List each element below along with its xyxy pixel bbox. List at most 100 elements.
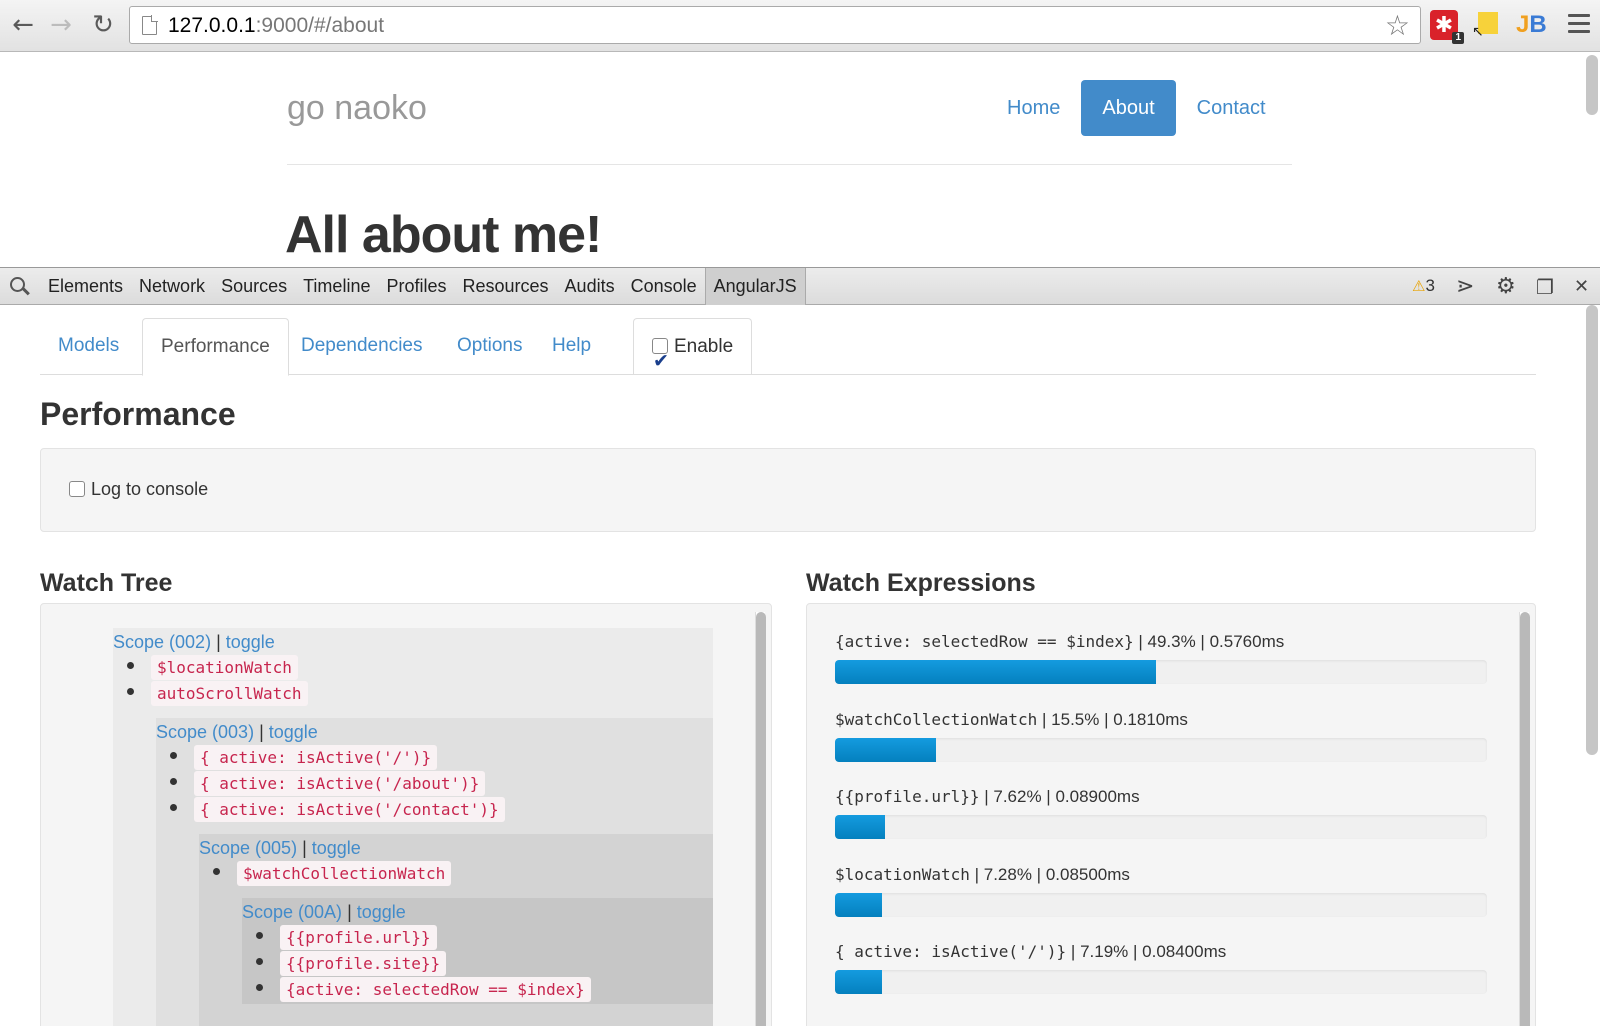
devtools-tab-profiles[interactable]: Profiles <box>378 268 454 305</box>
watch-expression-progress-fill <box>835 737 937 762</box>
watch-expression-time: 0.08500ms <box>1045 864 1130 884</box>
scope-002: Scope (002) | toggle $locationWatch auto… <box>113 628 713 1026</box>
settings-gear-icon[interactable]: ⚙ <box>1496 275 1516 299</box>
toggle-link[interactable]: toggle <box>269 722 318 742</box>
dock-icon[interactable]: ❐ <box>1536 275 1554 299</box>
watch-tree-title: Watch Tree <box>40 569 173 597</box>
watch-expression-percent: 7.28% <box>983 864 1032 884</box>
watch-item: $watchCollectionWatch <box>213 861 452 886</box>
watch-expression-line: {{profile.url}} | 7.62% | 0.08900ms <box>835 787 1140 806</box>
jetbrains-icon[interactable]: JB <box>1516 10 1547 40</box>
watch-expression-progress-bar <box>835 970 1487 994</box>
watch-expression-percent: 15.5% <box>1051 709 1100 729</box>
watch-item: {{profile.site}} <box>256 951 447 976</box>
nav-contact[interactable]: Contact <box>1176 80 1287 136</box>
watch-expression: { active: isActive('/contact')} <box>194 797 505 822</box>
tab-dependencies[interactable]: Dependencies <box>283 318 440 375</box>
tab-options[interactable]: Options <box>439 318 540 375</box>
watch-item: {active: selectedRow == $index} <box>256 977 591 1002</box>
chrome-menu-icon[interactable] <box>1568 14 1590 34</box>
watch-expression-time: 0.5760ms <box>1209 632 1285 651</box>
watch-expression: $locationWatch <box>151 655 298 680</box>
devtools-tab-sources[interactable]: Sources <box>213 268 295 305</box>
watch-expressions-title: Watch Expressions <box>806 569 1036 597</box>
watch-tree-scrollbar[interactable] <box>755 612 766 1026</box>
devtools-tab-console[interactable]: Console <box>623 268 705 305</box>
watch-expression-progress-fill <box>835 660 1157 684</box>
devtools-scrollbar[interactable] <box>1586 305 1598 755</box>
watch-expression: {active: selectedRow == $index} <box>280 977 591 1002</box>
devtools-tab-elements[interactable]: Elements <box>40 268 131 305</box>
watch-expressions-scrollbar[interactable] <box>1519 612 1530 1026</box>
log-to-console-option[interactable]: Log to console <box>69 479 208 500</box>
extension-yellow-icon[interactable]: ↖ <box>1472 10 1500 40</box>
toggle-link[interactable]: toggle <box>226 632 275 652</box>
enable-checkbox[interactable] <box>652 333 669 389</box>
url-host: 127.0.0.1 <box>168 14 256 37</box>
watch-expression-progress-bar <box>835 660 1487 684</box>
watch-expression-progress-bar <box>835 737 1487 762</box>
watch-expression-progress-fill <box>835 892 883 917</box>
watch-expression: { active: isActive('/')} <box>194 745 438 770</box>
scope-link[interactable]: Scope (00A) <box>242 902 342 922</box>
watch-item: { active: isActive('/contact')} <box>170 797 505 822</box>
watch-expression-text: {active: selectedRow == $index} <box>835 632 1134 651</box>
devtools-tab-angularjs[interactable]: AngularJS <box>704 268 806 305</box>
page-scrollbar[interactable] <box>1586 55 1598 115</box>
watch-tree-panel: Scope (002) | toggle $locationWatch auto… <box>40 603 772 1026</box>
watch-expression-progress-bar <box>835 815 1487 839</box>
reload-icon[interactable]: ↻ <box>88 10 118 40</box>
devtools-search-icon[interactable] <box>10 277 30 297</box>
page-heading: All about me! <box>285 206 602 264</box>
watch-expression-text: $watchCollectionWatch <box>835 709 1038 729</box>
watch-expression-row: { active: isActive('/')} | 7.19% | 0.084… <box>835 942 1487 994</box>
watch-expression: autoScrollWatch <box>151 681 308 706</box>
watch-expression-percent: 7.19% <box>1080 942 1129 961</box>
log-to-console-label: Log to console <box>91 479 209 499</box>
watch-expression-line: $locationWatch | 7.28% | 0.08500ms <box>835 864 1130 884</box>
watch-expression-row: $watchCollectionWatch | 15.5% | 0.1810ms <box>835 709 1487 762</box>
scope-link[interactable]: Scope (005) <box>199 838 297 858</box>
devtools-tab-network[interactable]: Network <box>131 268 213 305</box>
devtools-tab-resources[interactable]: Resources <box>455 268 557 305</box>
nav-home[interactable]: Home <box>986 80 1081 136</box>
page-icon <box>142 15 158 35</box>
scope-link[interactable]: Scope (002) <box>113 632 211 652</box>
batarang-tabs: Models Performance Dependencies Options … <box>40 318 1536 389</box>
close-devtools-icon[interactable]: ✕ <box>1574 275 1589 299</box>
watch-expression-progress-fill <box>835 815 885 839</box>
site-brand[interactable]: go naoko <box>287 89 427 128</box>
watch-expression-time: 0.1810ms <box>1113 709 1188 729</box>
watch-item: {{profile.url}} <box>256 925 437 950</box>
devtools-tab-audits[interactable]: Audits <box>557 268 623 305</box>
header-divider <box>287 164 1292 165</box>
watch-expression: {{profile.url}} <box>280 925 437 950</box>
scope-00a: Scope (00A) | toggle {{profile.url}} {{p… <box>242 898 713 1004</box>
forward-arrow-icon[interactable]: → <box>46 10 76 40</box>
tab-performance[interactable]: Performance <box>142 318 289 376</box>
warning-counter[interactable]: ⚠3 <box>1412 276 1435 296</box>
enable-toggle[interactable]: Enable <box>633 318 753 389</box>
toggle-link[interactable]: toggle <box>312 838 361 858</box>
tab-help[interactable]: Help <box>534 318 609 375</box>
devtools-tab-timeline[interactable]: Timeline <box>295 268 378 305</box>
jetbrains-j: J <box>1516 11 1530 38</box>
nav-about[interactable]: About <box>1081 80 1176 136</box>
back-arrow-icon[interactable]: ← <box>8 10 38 40</box>
tab-models[interactable]: Models <box>40 318 137 375</box>
watch-expression-row: $locationWatch | 7.28% | 0.08500ms <box>835 864 1487 917</box>
performance-title: Performance <box>40 396 236 432</box>
log-to-console-checkbox[interactable] <box>69 481 85 497</box>
console-drawer-icon[interactable]: ⋗ <box>1456 275 1474 299</box>
watch-expression-line: {active: selectedRow == $index} | 49.3% … <box>835 632 1285 651</box>
scope-link[interactable]: Scope (003) <box>156 722 254 742</box>
batarang-panel: Models Performance Dependencies Options … <box>0 305 1600 1026</box>
address-url[interactable]: 127.0.0.1:9000/#/about <box>168 14 384 38</box>
bookmark-star-icon[interactable]: ☆ <box>1385 9 1410 42</box>
scope-title: Scope (003) | toggle <box>156 722 318 742</box>
address-bar[interactable]: 127.0.0.1:9000/#/about ☆ <box>129 6 1421 44</box>
scope-title: Scope (00A) | toggle <box>242 902 406 922</box>
extension-red-icon[interactable]: ✱ 1 <box>1430 10 1464 44</box>
toggle-link[interactable]: toggle <box>357 902 406 922</box>
watch-expression-row: {active: selectedRow == $index} | 49.3% … <box>835 632 1487 684</box>
